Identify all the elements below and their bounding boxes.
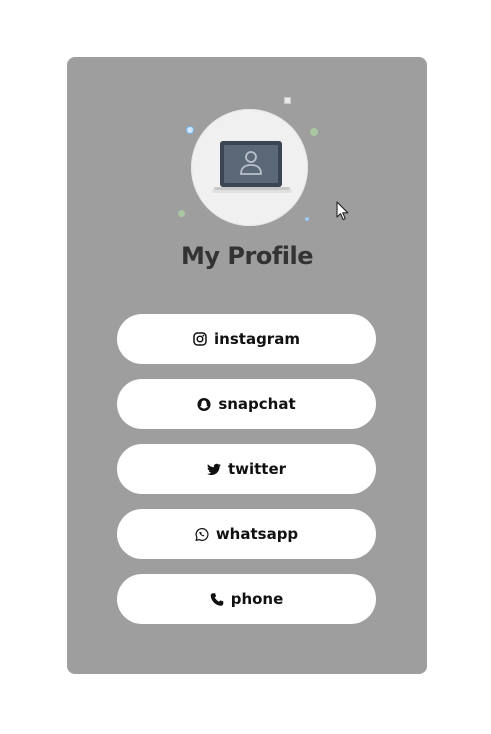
decorative-dot [186, 126, 194, 134]
snapchat-icon [197, 397, 211, 411]
button-label: twitter [227, 460, 287, 478]
phone-button[interactable]: phone [117, 574, 376, 624]
decorative-dot [178, 210, 185, 217]
instagram-icon [193, 332, 207, 346]
laptop-user-icon [211, 140, 292, 193]
whatsapp-icon [195, 527, 209, 541]
page-title: My Profile [181, 242, 313, 270]
snapchat-button[interactable]: snapchat [117, 379, 376, 429]
twitter-icon [206, 462, 221, 476]
decorative-square [284, 97, 291, 104]
decorative-dot [310, 128, 318, 136]
decorative-dot [305, 217, 309, 221]
mouse-cursor-icon [336, 201, 349, 221]
phone-icon [210, 592, 224, 606]
instagram-button[interactable]: instagram [117, 314, 376, 364]
button-label: snapchat [218, 395, 296, 413]
twitter-button[interactable]: twitter [117, 444, 376, 494]
whatsapp-button[interactable]: whatsapp [117, 509, 376, 559]
button-label: whatsapp [215, 525, 299, 543]
link-list: instagram snapchat twitter whatsapp phon… [117, 314, 376, 639]
avatar [191, 109, 308, 226]
profile-card: My Profile instagram snapchat twitter wh… [67, 57, 427, 674]
button-label: phone [230, 590, 284, 608]
button-label: instagram [214, 330, 300, 348]
